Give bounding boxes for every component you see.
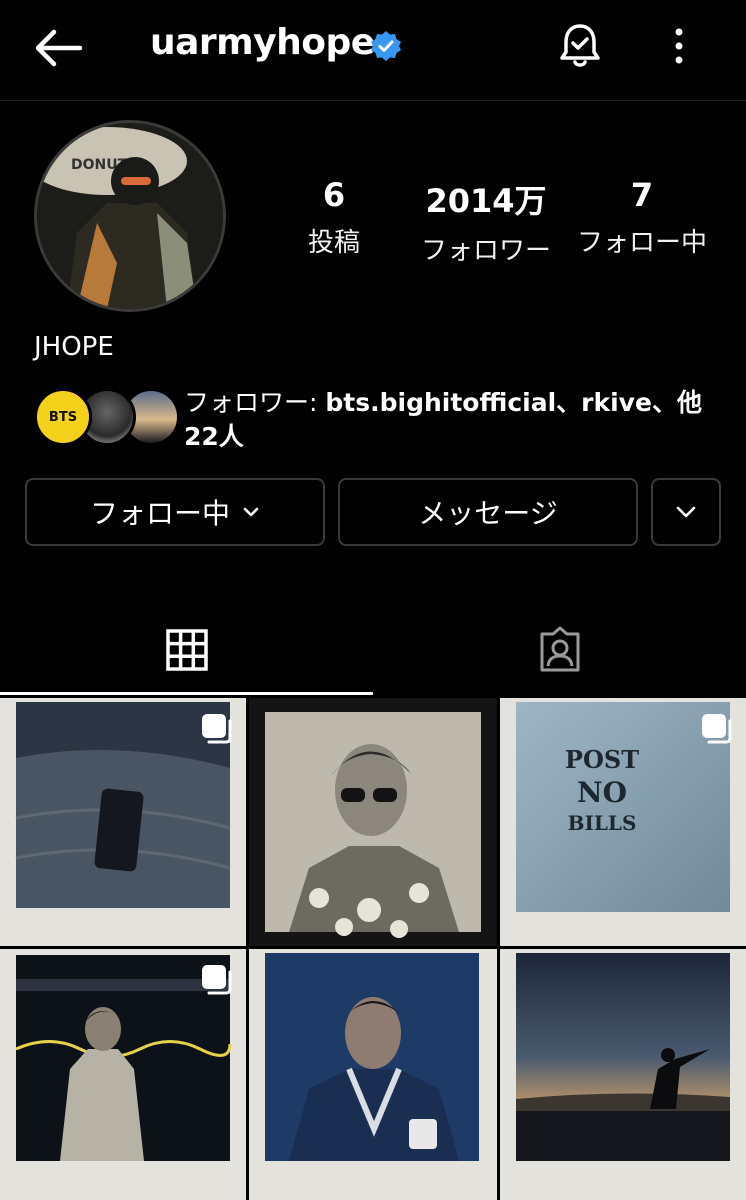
post-thumbnail-5[interactable] xyxy=(249,949,497,1200)
posts-label: 投稿 xyxy=(307,228,360,258)
mutual-followers-avatars[interactable]: BTS xyxy=(34,388,184,446)
stat-following[interactable]: 7 フォロー中 xyxy=(570,176,714,259)
post-image-5 xyxy=(265,953,479,1161)
stat-followers[interactable]: 2014万 フォロワー xyxy=(410,176,562,267)
mutual-prefix: フォロワー: xyxy=(184,388,326,417)
chevron-down-icon xyxy=(243,507,259,517)
followers-count: 2014万 xyxy=(425,182,547,220)
following-button-label: フォロー中 xyxy=(89,497,230,530)
following-count: 7 xyxy=(630,176,654,214)
avatar-image: DONUTS xyxy=(37,123,223,309)
back-button[interactable] xyxy=(30,24,86,72)
following-label: フォロー中 xyxy=(576,228,707,258)
bts-logo-text: BTS xyxy=(48,409,78,425)
grid-icon xyxy=(165,629,208,671)
mutual-count: 22人 xyxy=(184,422,244,451)
display-name: JHOPE xyxy=(34,332,114,362)
post-thumbnail-6[interactable] xyxy=(500,949,746,1200)
mutual-avatar-bts: BTS xyxy=(34,388,92,446)
post-thumbnail-2[interactable] xyxy=(249,698,497,946)
mutual-names: bts.bighitofficial、rkive、 xyxy=(325,388,677,417)
chevron-down-icon xyxy=(676,506,696,518)
wall-text-2: NO xyxy=(577,776,627,809)
post-thumbnail-3[interactable]: POST NO BILLS xyxy=(500,698,746,946)
mutual-suffix: 他 xyxy=(676,388,702,417)
notifications-button[interactable] xyxy=(555,20,605,70)
tagged-person-icon xyxy=(540,626,579,672)
more-options-button[interactable] xyxy=(664,24,694,68)
followers-label: フォロワー xyxy=(420,236,551,266)
following-button[interactable]: フォロー中 xyxy=(25,478,325,546)
wall-text-1: POST xyxy=(565,745,639,774)
multi-post-icon xyxy=(202,714,232,744)
wall-text-3: BILLS xyxy=(568,811,637,835)
multi-post-icon xyxy=(202,965,232,995)
arrow-left-icon xyxy=(35,29,83,67)
verified-badge-icon xyxy=(371,31,401,61)
top-bar: uarmyhope xyxy=(0,0,746,101)
tab-posts[interactable] xyxy=(0,604,373,696)
suggested-accounts-button[interactable] xyxy=(651,478,721,546)
profile-tabs xyxy=(0,604,746,696)
stat-posts[interactable]: 6 投稿 xyxy=(292,176,376,259)
multi-post-icon xyxy=(702,714,732,744)
tab-tagged[interactable] xyxy=(373,604,746,696)
active-tab-indicator xyxy=(0,692,373,695)
message-button[interactable]: メッセージ xyxy=(338,478,638,546)
post-thumbnail-1[interactable] xyxy=(0,698,246,946)
post-image-2 xyxy=(265,712,481,938)
profile-username: uarmyhope xyxy=(150,22,375,63)
bell-check-icon xyxy=(560,24,600,67)
mutual-followers-text[interactable]: フォロワー: bts.bighitofficial、rkive、他 22人 xyxy=(184,386,714,454)
message-button-label: メッセージ xyxy=(418,497,558,530)
post-image-6 xyxy=(516,953,730,1161)
profile-avatar[interactable]: DONUTS xyxy=(34,120,226,312)
post-thumbnail-4[interactable] xyxy=(0,949,246,1200)
post-grid: POST NO BILLS xyxy=(0,698,746,1200)
posts-count: 6 xyxy=(322,176,346,214)
vertical-dots-icon xyxy=(675,28,683,64)
